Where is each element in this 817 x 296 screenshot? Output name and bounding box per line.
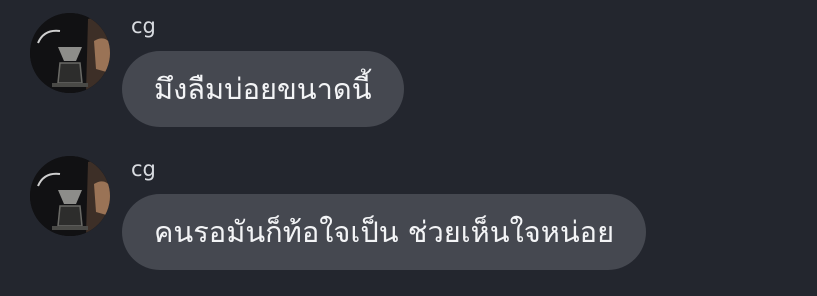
avatar[interactable] <box>30 13 110 93</box>
sender-name: cg <box>131 14 156 38</box>
avatar[interactable] <box>30 156 110 236</box>
message-bubble[interactable]: คนรอมันก็ท้อใจเป็น ช่วยเห็นใจหน่อย <box>122 194 647 270</box>
coffee-dripper-photo-icon <box>30 156 110 236</box>
message-bubble[interactable]: มึงลืมบ่อยขนาดนี้ <box>122 51 404 127</box>
sender-name: cg <box>131 157 156 181</box>
chat-thread: cg มึงลืมบ่อยขนาดนี้ cg คนรอมันก็ท้อใจเป… <box>0 0 817 296</box>
coffee-dripper-photo-icon <box>30 13 110 93</box>
